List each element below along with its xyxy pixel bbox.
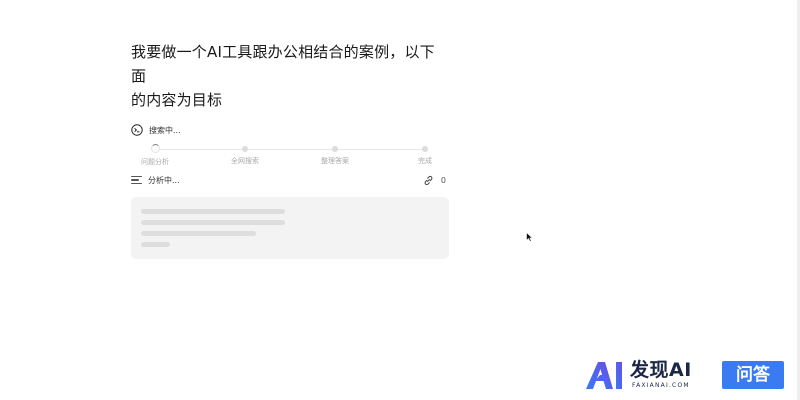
search-status-text: 搜索中... xyxy=(149,125,181,135)
skeleton-line xyxy=(141,242,170,247)
terminal-icon xyxy=(131,124,143,136)
question-line-1: 我要做一个AI工具跟办公相结合的案例，以下面 xyxy=(131,43,435,85)
step-dot xyxy=(422,146,428,152)
skeleton-line xyxy=(141,209,285,214)
answer-panel: 我要做一个AI工具跟办公相结合的案例，以下面 的内容为目标 搜索中... 问题分… xyxy=(131,40,449,259)
answer-skeleton xyxy=(131,197,449,259)
analysis-status-text: 分析中... xyxy=(148,176,180,185)
question-title: 我要做一个AI工具跟办公相结合的案例，以下面 的内容为目标 xyxy=(131,40,449,112)
analysis-status: 分析中... 0 xyxy=(131,175,449,187)
step-dot xyxy=(332,146,338,152)
watermark-subtitle: FAXIANAI.COM xyxy=(632,382,690,389)
source-count: 0 xyxy=(440,176,446,185)
step-complete: 完成 xyxy=(395,143,455,166)
search-status: 搜索中... xyxy=(131,123,449,137)
step-organize: 整理答案 xyxy=(305,143,365,166)
faxianai-logo-icon xyxy=(586,362,622,389)
list-icon xyxy=(131,176,142,185)
watermark-badge: 问答 xyxy=(722,361,784,389)
step-dot xyxy=(242,146,248,152)
step-label: 整理答案 xyxy=(321,157,349,165)
question-line-2: 的内容为目标 xyxy=(131,91,223,109)
progress-steps: 问题分析 全网搜索 整理答案 完成 xyxy=(131,143,449,167)
loading-spinner-icon xyxy=(150,144,160,153)
faxianai-watermark: 发现AI FAXIANAI.COM 问答 xyxy=(584,359,794,392)
step-search: 全网搜索 xyxy=(215,143,275,166)
link-icon[interactable] xyxy=(423,175,434,186)
step-label: 全网搜索 xyxy=(231,157,259,165)
mouse-cursor-icon xyxy=(526,232,533,242)
step-label: 完成 xyxy=(418,157,432,165)
skeleton-line xyxy=(141,231,256,236)
progress-track xyxy=(155,149,425,150)
step-analyze: 问题分析 xyxy=(125,143,185,167)
skeleton-line xyxy=(141,220,285,225)
step-label: 问题分析 xyxy=(141,158,169,166)
watermark-title: 发现AI xyxy=(630,359,692,381)
